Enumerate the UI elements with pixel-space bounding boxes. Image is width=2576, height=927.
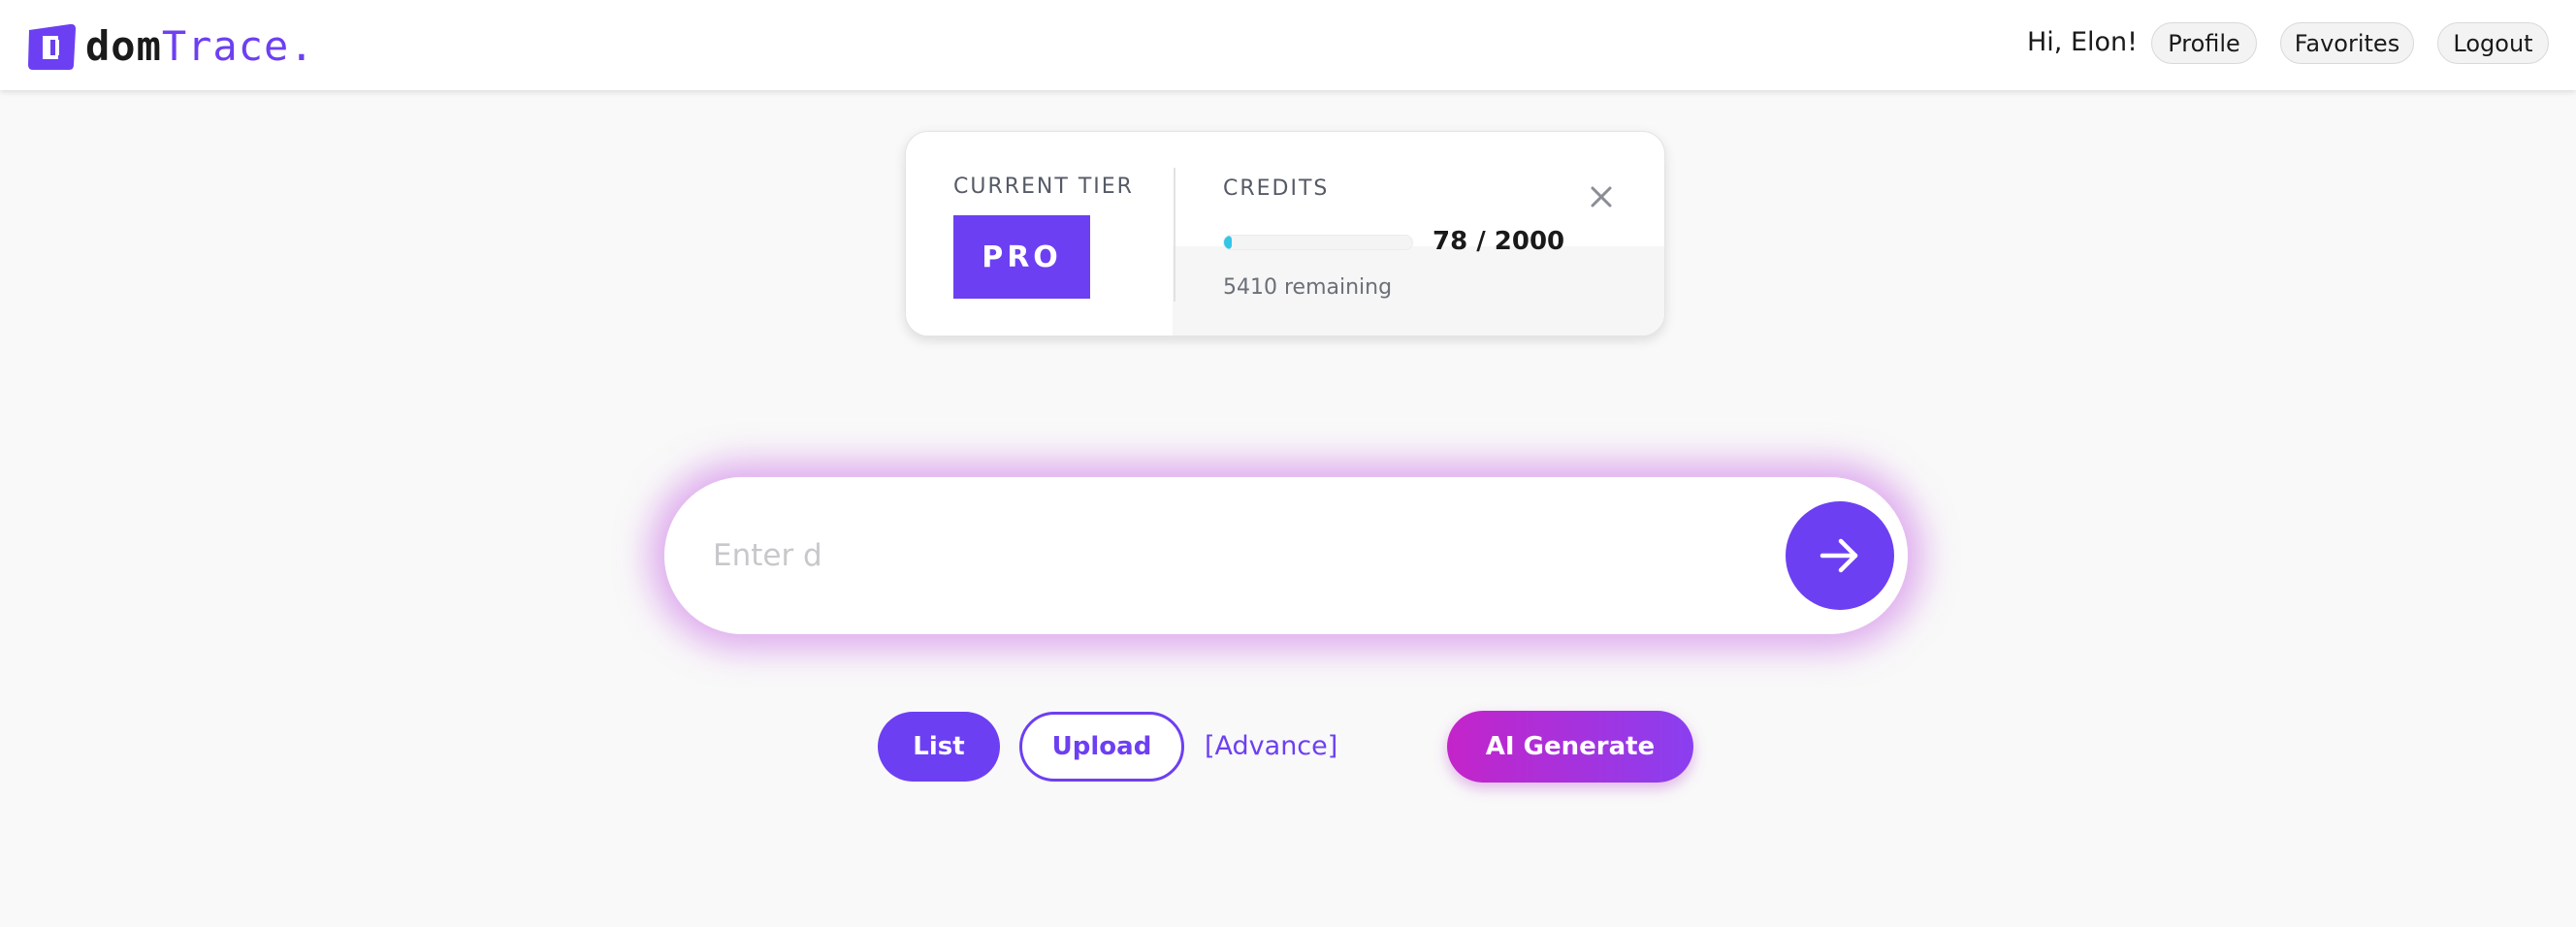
logo-icon (28, 23, 76, 70)
tier-badge: PRO (953, 215, 1090, 299)
arrow-right-icon (1819, 538, 1858, 573)
profile-button[interactable]: Profile (2151, 22, 2257, 64)
ai-generate-button[interactable]: AI Generate (1447, 711, 1693, 783)
credits-progress-bar (1223, 235, 1413, 250)
logo-text-trace: Trace. (161, 22, 315, 70)
favorites-button[interactable]: Favorites (2280, 22, 2414, 64)
list-button[interactable]: List (878, 712, 1000, 782)
credits-remaining: 5410 remaining (1223, 275, 1393, 300)
current-tier-label: CURRENT TIER (953, 175, 1134, 199)
credits-label: CREDITS (1223, 176, 1330, 201)
search-bar (664, 477, 1908, 634)
close-icon[interactable] (1587, 182, 1616, 211)
credits-progress-fill (1224, 236, 1232, 249)
logo-text-dom: dom (85, 22, 162, 70)
advance-link[interactable]: [Advance] (1205, 731, 1337, 761)
card-divider (1174, 168, 1175, 302)
upload-button[interactable]: Upload (1019, 712, 1184, 782)
logout-button[interactable]: Logout (2437, 22, 2549, 64)
logo[interactable]: domTrace. (27, 19, 315, 74)
search-input[interactable] (711, 516, 1685, 595)
credits-count: 78 / 2000 (1433, 227, 1565, 256)
top-header: domTrace. Hi, Elon! Profile Favorites Lo… (0, 0, 2576, 90)
submit-button[interactable] (1786, 501, 1894, 610)
user-greeting: Hi, Elon! (2027, 27, 2138, 57)
tier-credits-card: CURRENT TIER PRO CREDITS 78 / 2000 5410 … (905, 131, 1665, 336)
logo-wordmark: domTrace. (85, 26, 315, 67)
